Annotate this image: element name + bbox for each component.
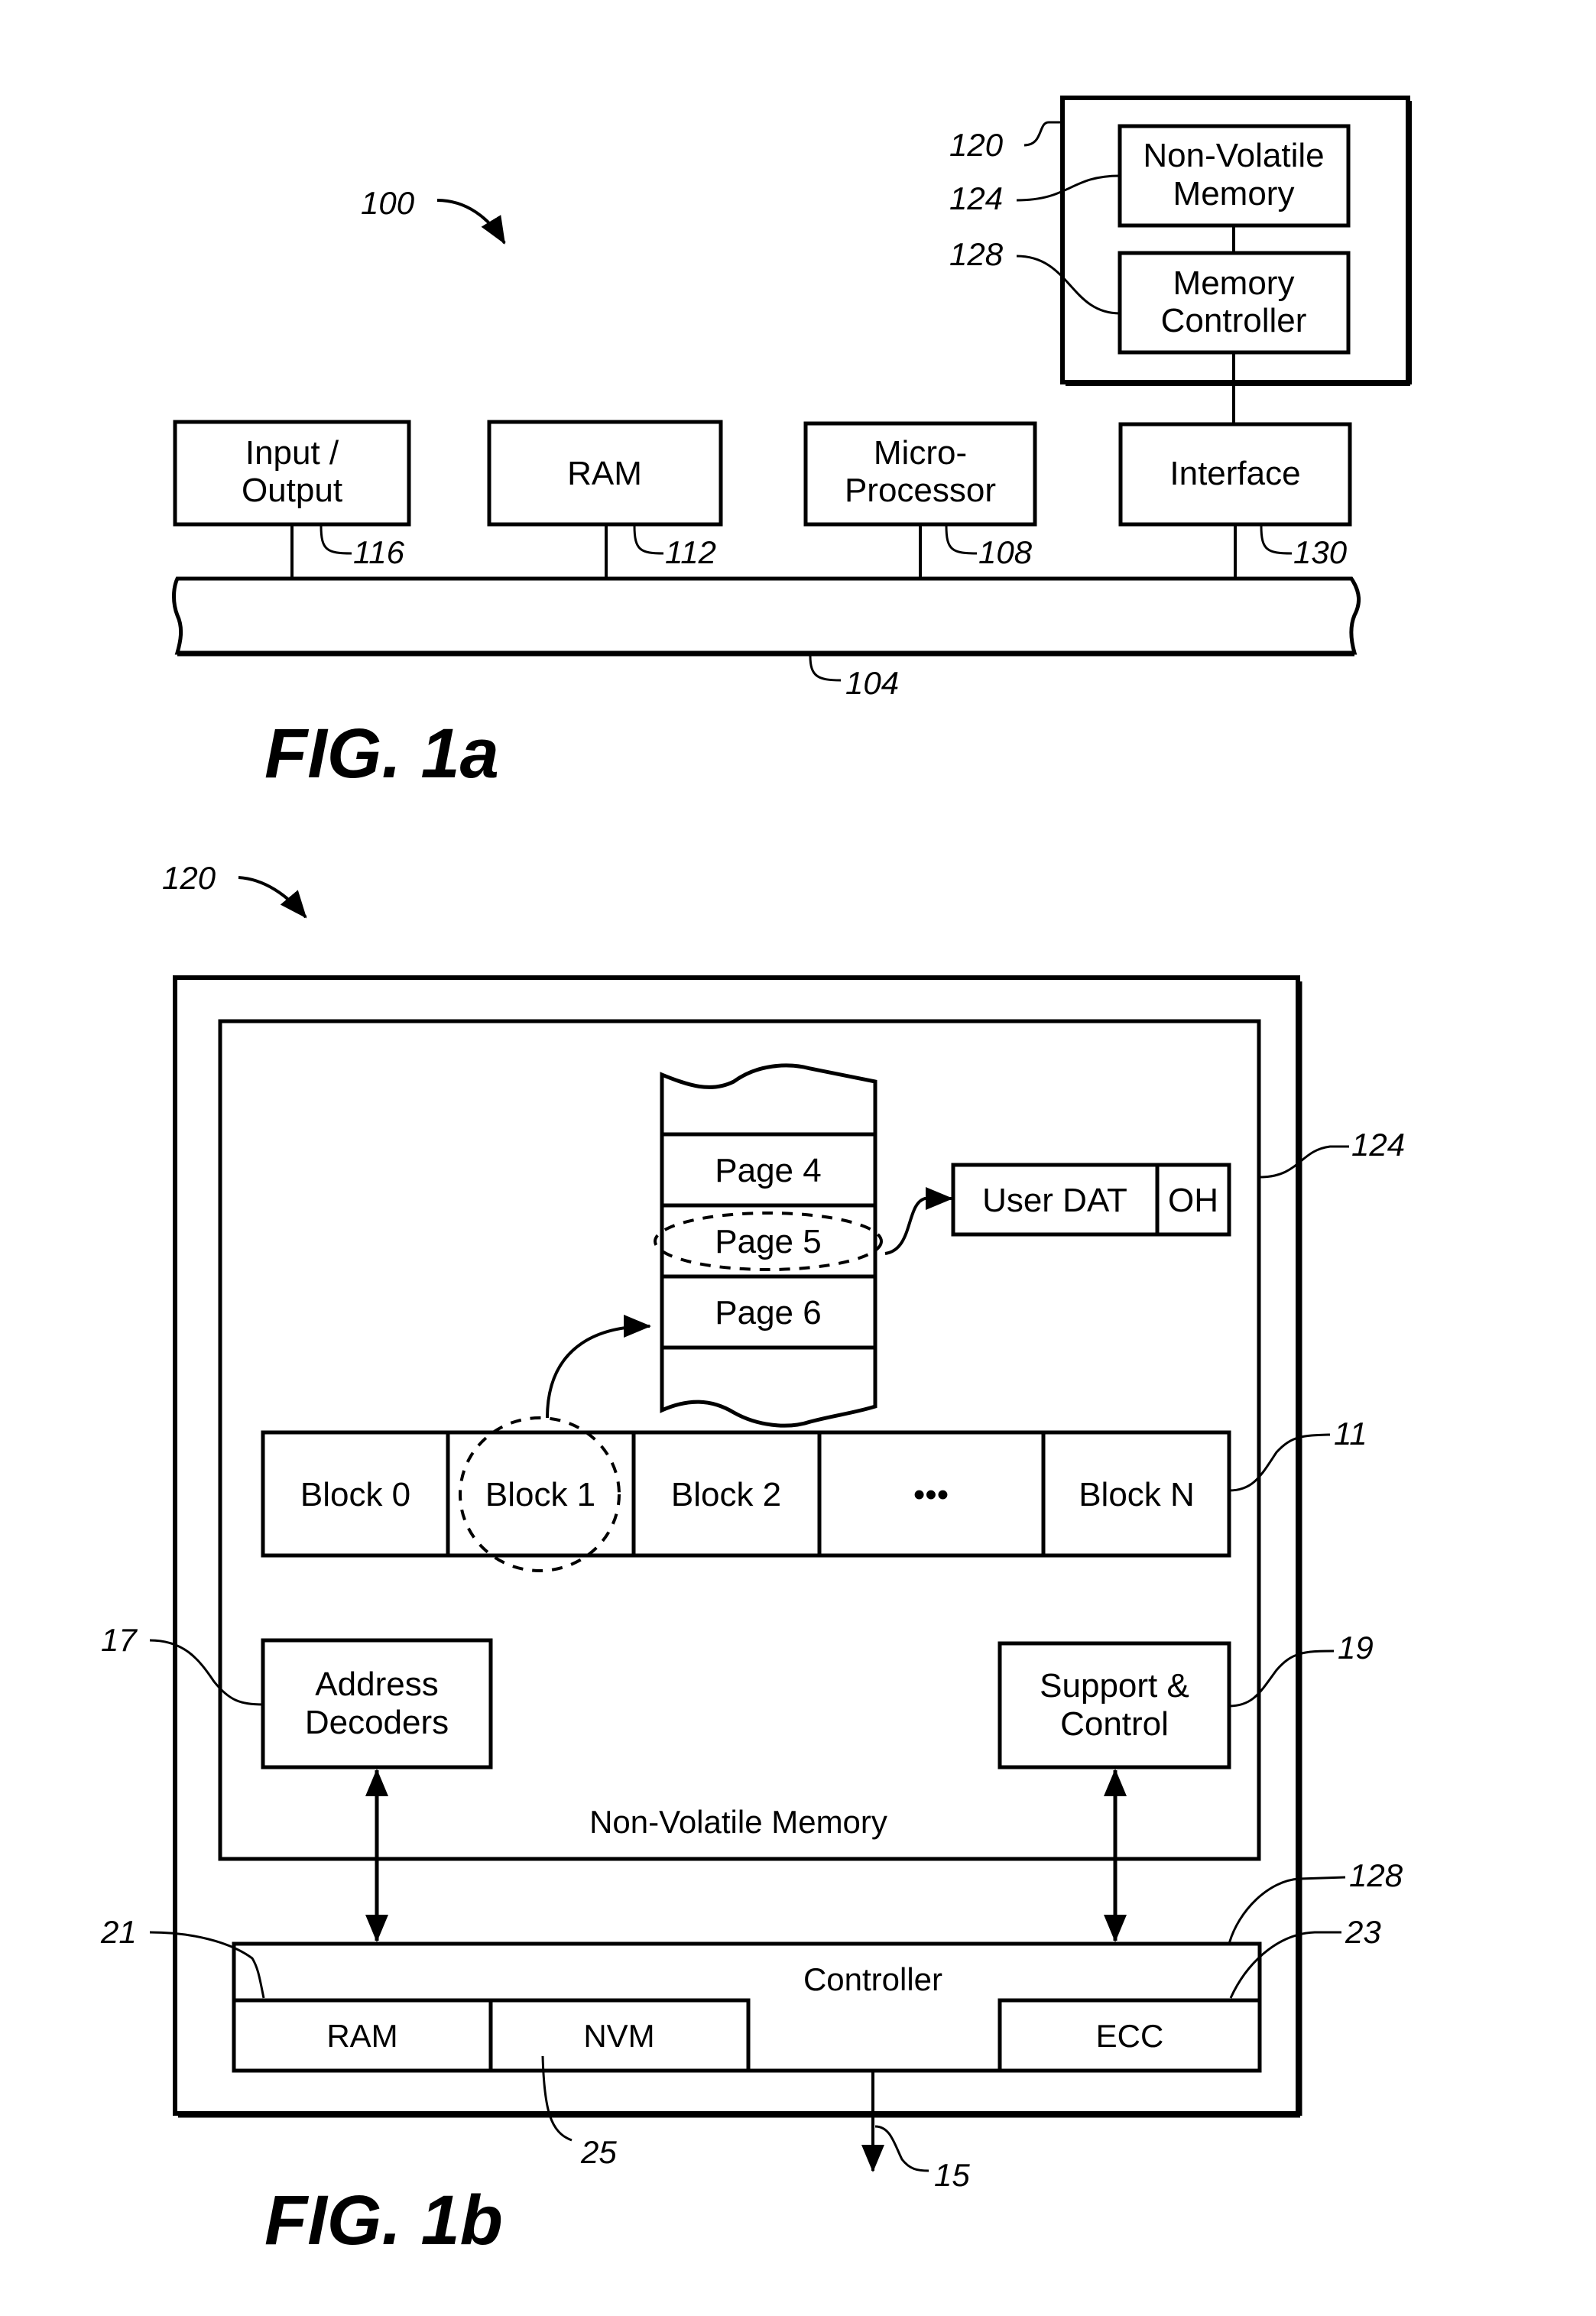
ref-124: 124: [949, 180, 1003, 216]
system-pointer-arrow: [436, 199, 506, 245]
overhead-label: OH: [1168, 1182, 1218, 1219]
figure-1a: 100 Non-Volatile Memory Memory Controlle…: [172, 96, 1412, 793]
controller-ram-label: RAM: [326, 2018, 397, 2054]
controller-ecc-label: ECC: [1096, 2018, 1164, 2054]
leader-128-b: [1228, 1876, 1346, 1945]
ref-120-b: 120: [162, 860, 216, 896]
block-2-label: Block 2: [671, 1476, 781, 1513]
controller-label: Controller: [803, 1961, 942, 1997]
address-decoders-line2: Decoders: [305, 1704, 449, 1741]
microprocessor-label-line1: Micro-: [874, 434, 967, 472]
ref-25: 25: [580, 2134, 617, 2170]
leader-19: [1228, 1649, 1335, 1708]
ref-120: 120: [949, 127, 1004, 163]
leader-11: [1228, 1433, 1331, 1492]
io-label-line1: Input /: [245, 434, 339, 472]
memory-system-pointer-arrow: [238, 876, 307, 919]
ref-15: 15: [934, 2157, 970, 2193]
leader-112: [633, 525, 664, 555]
ref-21: 21: [100, 1914, 137, 1950]
figure-1b: 120 Non-Volatile Memory 124 Page 4 Page …: [100, 860, 1405, 2259]
ref-23: 23: [1345, 1914, 1381, 1950]
block-to-page-arrow: [546, 1315, 651, 1419]
memory-controller-label-line1: Memory: [1173, 264, 1295, 302]
memory-controller-label-line2: Controller: [1161, 302, 1307, 339]
ref-128-b: 128: [1349, 1857, 1403, 1893]
ref-112: 112: [665, 534, 716, 570]
ref-124-b: 124: [1351, 1127, 1405, 1163]
leader-104: [809, 655, 842, 682]
figure-1b-caption: FIG. 1b: [264, 2181, 503, 2259]
page-to-record-arrow: [884, 1187, 953, 1255]
ref-128: 128: [949, 236, 1004, 272]
page-4-label: Page 4: [715, 1152, 821, 1189]
ref-100: 100: [361, 185, 415, 221]
nvm-label-line1: Non-Volatile: [1143, 137, 1324, 174]
figure-1a-caption: FIG. 1a: [264, 715, 499, 793]
address-decoders-line1: Address: [315, 1666, 438, 1703]
user-data-label: User DAT: [982, 1182, 1127, 1219]
block-ellipsis-label: •••: [913, 1476, 949, 1513]
io-label-line2: Output: [242, 472, 342, 509]
leader-15: [874, 2125, 929, 2172]
nvm-inner-label: Non-Volatile Memory: [589, 1804, 887, 1840]
leader-124-b: [1259, 1145, 1349, 1179]
leader-130: [1260, 525, 1293, 555]
support-control-line2: Control: [1060, 1705, 1169, 1743]
controller-nvm-label: NVM: [583, 2018, 654, 2054]
support-control-line1: Support &: [1040, 1667, 1189, 1705]
leader-17: [149, 1639, 264, 1706]
block-n-label: Block N: [1079, 1476, 1195, 1513]
microprocessor-label-line2: Processor: [845, 472, 996, 509]
block-0-label: Block 0: [300, 1476, 410, 1513]
nvm-label-line2: Memory: [1173, 175, 1295, 212]
ref-130: 130: [1293, 534, 1348, 570]
page-5-label: Page 5: [715, 1223, 821, 1260]
patent-figure-sheet: 100 Non-Volatile Memory Memory Controlle…: [100, 96, 1412, 2259]
block-1-label: Block 1: [485, 1476, 595, 1513]
ref-11: 11: [1334, 1416, 1367, 1452]
ref-116: 116: [353, 534, 405, 570]
leader-116: [320, 525, 352, 555]
page-6-label: Page 6: [715, 1294, 821, 1332]
ram-label: RAM: [567, 455, 642, 492]
interface-label: Interface: [1169, 455, 1300, 492]
system-bus: [172, 576, 1361, 655]
ref-108: 108: [978, 534, 1033, 570]
ref-17: 17: [101, 1622, 138, 1658]
leader-108: [945, 525, 978, 555]
leader-120: [1023, 121, 1062, 147]
ref-19: 19: [1338, 1630, 1374, 1666]
ref-104: 104: [845, 665, 899, 701]
